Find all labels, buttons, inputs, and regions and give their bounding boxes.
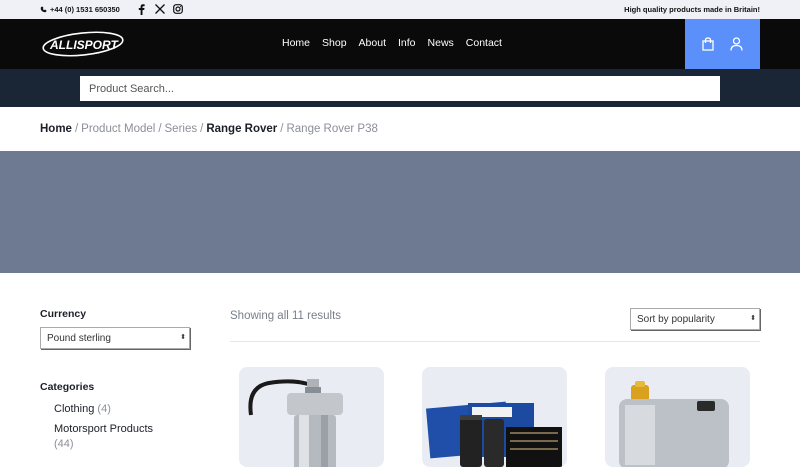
allisport-logo[interactable]: ALLISPORT xyxy=(41,30,125,58)
breadcrumb-home[interactable]: Home xyxy=(40,123,72,135)
currency-select-value: Pound sterling xyxy=(47,332,111,344)
product-search-input[interactable] xyxy=(80,76,720,101)
category-label: Clothing xyxy=(54,403,95,415)
breadcrumb-range-rover[interactable]: Range Rover xyxy=(206,123,277,135)
instagram-icon[interactable] xyxy=(172,3,183,15)
tagline: High quality products made in Britain! xyxy=(624,5,760,14)
breadcrumb-separator: / xyxy=(280,123,284,135)
shopping-bag-icon[interactable] xyxy=(701,37,716,51)
category-clothing[interactable]: Clothing (4) xyxy=(54,403,111,415)
phone-contact[interactable]: +44 (0) 1531 650350 xyxy=(40,5,120,14)
nav-shop[interactable]: Shop xyxy=(322,37,347,49)
phone-number: +44 (0) 1531 650350 xyxy=(50,5,120,14)
product-card[interactable] xyxy=(605,367,750,467)
product-image xyxy=(248,379,343,467)
svg-text:ALLISPORT: ALLISPORT xyxy=(49,38,119,52)
product-card[interactable] xyxy=(422,367,567,467)
main-header: ALLISPORT Home Shop About Info News Cont… xyxy=(0,19,800,69)
facebook-icon[interactable] xyxy=(136,3,147,15)
breadcrumb: Home / Product Model / Series / Range Rover / Ra… xyxy=(40,123,378,135)
header-actions xyxy=(685,19,760,69)
product-image xyxy=(425,401,562,467)
sort-select-value: Sort by popularity xyxy=(637,313,715,325)
divider xyxy=(230,341,760,342)
select-arrows-icon: ⬍ xyxy=(180,334,186,341)
breadcrumb-series: Series xyxy=(164,123,198,135)
nav-contact[interactable]: Contact xyxy=(466,37,502,49)
categories-heading: Categories xyxy=(40,381,95,393)
category-label: Motorsport Products xyxy=(54,423,154,435)
sort-select[interactable]: Sort by popularity ⬍ xyxy=(630,308,760,330)
currency-heading: Currency xyxy=(40,308,87,320)
category-count: (44) xyxy=(54,438,74,450)
product-card[interactable] xyxy=(239,367,384,467)
nav-info[interactable]: Info xyxy=(398,37,416,49)
phone-icon xyxy=(40,6,47,13)
category-count: (4) xyxy=(97,403,111,415)
nav-home[interactable]: Home xyxy=(282,37,310,49)
category-motorsport-products[interactable]: Motorsport Products xyxy=(54,423,153,435)
hero-banner xyxy=(0,151,800,273)
currency-select[interactable]: Pound sterling ⬍ xyxy=(40,327,190,349)
main-nav: Home Shop About Info News Contact xyxy=(282,37,514,49)
breadcrumb-separator: / xyxy=(158,123,162,135)
nav-about[interactable]: About xyxy=(359,37,386,49)
breadcrumb-separator: / xyxy=(74,123,79,135)
user-account-icon[interactable] xyxy=(729,37,744,51)
select-arrows-icon: ⬍ xyxy=(750,315,756,322)
product-image xyxy=(619,381,729,467)
results-count: Showing all 11 results xyxy=(230,310,342,322)
breadcrumb-current: Range Rover P38 xyxy=(286,123,378,135)
social-links xyxy=(136,3,183,15)
breadcrumb-product-model: Product Model xyxy=(81,123,156,135)
x-icon[interactable] xyxy=(154,3,165,15)
breadcrumb-separator: / xyxy=(200,123,204,135)
nav-news[interactable]: News xyxy=(428,37,454,49)
top-info-bar: +44 (0) 1531 650350 High quality product… xyxy=(0,0,800,19)
